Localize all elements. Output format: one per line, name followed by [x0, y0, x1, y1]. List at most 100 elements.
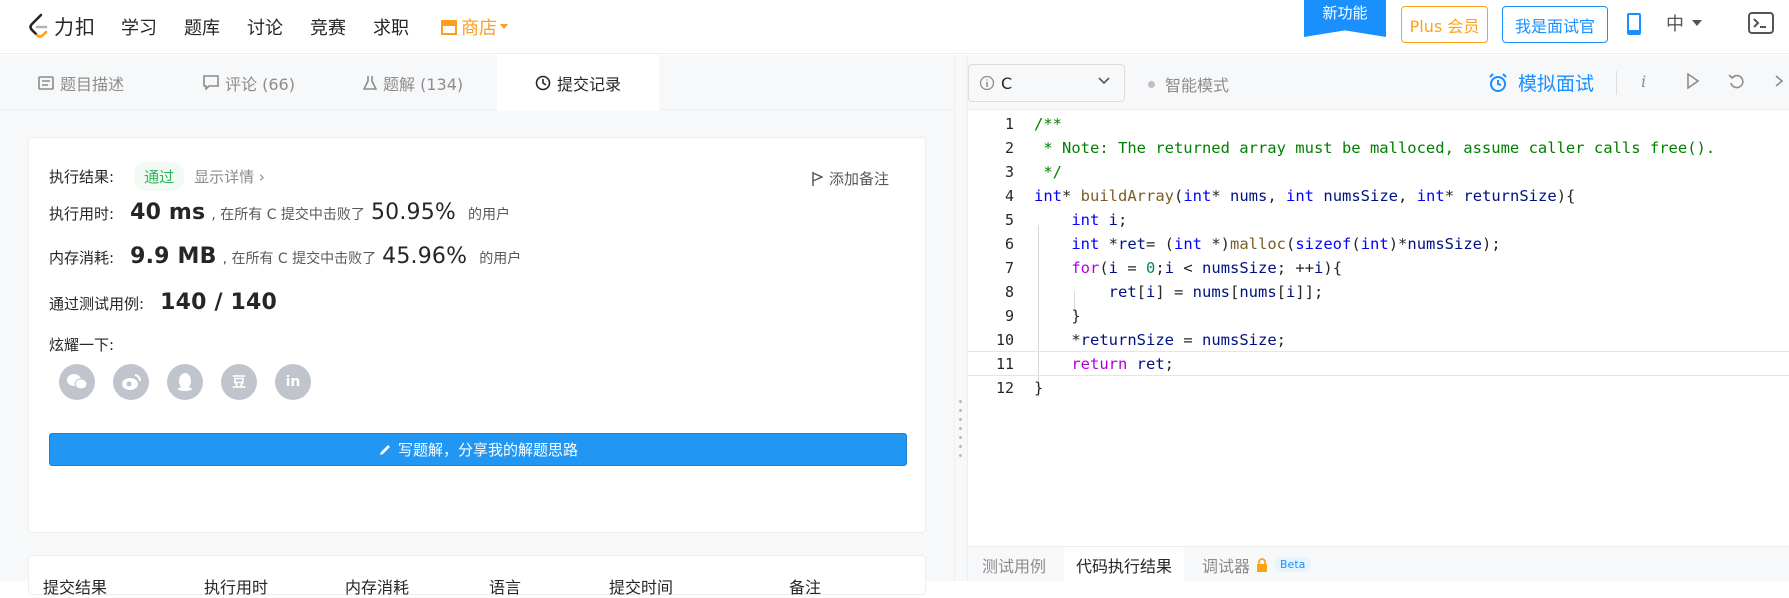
mock-interview-label: 模拟面试 [1518, 73, 1595, 95]
line-number: 4 [1004, 186, 1014, 205]
tab-description[interactable]: 题目描述 [38, 55, 124, 110]
mock-interview-button[interactable]: 模拟面试 [1488, 69, 1594, 96]
svg-text:i: i [1641, 73, 1646, 91]
nav-contest[interactable]: 竞赛 [310, 14, 346, 40]
editor-toolbar: C 智能模式 模拟面试 i [968, 55, 1789, 110]
reset-icon[interactable] [1728, 73, 1746, 89]
table-header-result: 提交结果 [43, 578, 108, 597]
nav-jobs[interactable]: 求职 [373, 14, 409, 40]
line-number: 6 [1004, 234, 1014, 253]
write-solution-button[interactable]: 写题解，分享我的解题思路 [49, 433, 907, 466]
tab-run-result[interactable]: 代码执行结果 [1064, 547, 1185, 582]
new-feature-banner[interactable]: 新功能 [1304, 0, 1386, 37]
result-row: 执行结果: 通过 显示详情 › [49, 162, 265, 191]
table-header-memory: 内存消耗 [345, 578, 410, 597]
show-details-link[interactable]: 显示详情 › [194, 166, 265, 187]
douban-glyph: 豆 [232, 375, 246, 391]
code-line: 6 int *ret= (int *)malloc(sizeof(int)*nu… [968, 231, 1789, 256]
drag-handle[interactable] [959, 400, 963, 463]
add-note-button[interactable]: 添加备注 [811, 168, 889, 189]
line-number: 5 [1004, 210, 1014, 229]
info-icon [979, 75, 995, 91]
nav-discuss[interactable]: 讨论 [247, 14, 283, 40]
logo-text: 力扣 [54, 15, 96, 39]
line-number: 12 [995, 378, 1014, 397]
alarm-clock-icon [1489, 72, 1507, 92]
weibo-icon[interactable] [113, 364, 149, 400]
code-text: } [1034, 306, 1081, 325]
language-select[interactable]: C [968, 64, 1125, 102]
problem-tabs: 题目描述 评论 (66) 题解 (134) 提交记录 [0, 55, 954, 111]
memory-users-text: 的用户 [479, 251, 522, 267]
memory-beat-text: , 在所有 C 提交中击败了 [222, 251, 377, 267]
qq-glyph-icon [178, 373, 192, 391]
smart-mode-toggle[interactable]: 智能模式 [1148, 72, 1229, 96]
weibo-glyph-icon [122, 374, 141, 390]
runtime-beat-text: , 在所有 C 提交中击败了 [211, 207, 365, 223]
code-text: int *ret= (int *)malloc(sizeof(int)*nums… [1071, 234, 1501, 253]
code-text: * Note: The returned array must be mallo… [1034, 138, 1716, 157]
submission-table: 提交结果 执行用时 内存消耗 语言 提交时间 备注 [28, 555, 926, 597]
qq-icon[interactable] [167, 364, 203, 400]
code-text: /** [1034, 114, 1062, 133]
phone-icon[interactable] [1626, 12, 1642, 36]
plus-member-button[interactable]: Plus 会员 [1401, 6, 1488, 43]
wechat-glyph-icon [67, 374, 88, 390]
description-icon [38, 75, 54, 90]
language-select-value: C [1001, 73, 1013, 93]
code-text: int i; [1071, 210, 1128, 229]
runtime-row: 执行用时: 40 ms , 在所有 C 提交中击败了 50.95% 的用户 [49, 200, 510, 225]
share-label: 炫耀一下: [49, 336, 115, 354]
runtime-users-text: 的用户 [468, 207, 511, 223]
line-number: 11 [995, 354, 1014, 373]
code-line: 2 * Note: The returned array must be mal… [968, 135, 1789, 160]
nav-problemset[interactable]: 题库 [184, 14, 220, 40]
code-text: ret[i] = nums[nums[i]]; [1108, 282, 1324, 301]
line-number: 8 [1004, 282, 1014, 301]
share-label-row: 炫耀一下: [49, 334, 114, 355]
info-italic-icon[interactable]: i [1640, 73, 1650, 91]
code-line: 1 /** [968, 111, 1789, 136]
expand-icon[interactable] [1774, 73, 1786, 89]
code-line: 5 int i; [968, 207, 1789, 232]
write-solution-label: 写题解，分享我的解题思路 [397, 441, 578, 459]
table-header-language: 语言 [489, 578, 522, 597]
tab-comments[interactable]: 评论 (66) [203, 55, 295, 110]
tab-solutions[interactable]: 题解 (134) [363, 55, 463, 110]
left-panel: 题目描述 评论 (66) 题解 (134) 提交记录 执行结果: 通过 显示详情… [0, 55, 954, 597]
runtime-percent: 50.95% [370, 200, 457, 225]
table-header-note: 备注 [789, 578, 822, 597]
douban-icon[interactable]: 豆 [221, 364, 257, 400]
logo[interactable]: 力扣 [28, 11, 96, 40]
language-switch[interactable]: 中 [1666, 10, 1702, 36]
code-text: int* buildArray(int* nums, int numsSize,… [1034, 186, 1576, 205]
smart-mode-dot [1148, 80, 1155, 88]
runtime-value: 40 ms [130, 200, 206, 225]
nav-shop[interactable]: 商店 [440, 14, 508, 40]
tab-debugger[interactable]: 调试器 Beta [1202, 547, 1312, 582]
flask-icon [363, 75, 377, 90]
nav-learn[interactable]: 学习 [121, 14, 157, 40]
wechat-icon[interactable] [59, 364, 95, 400]
line-number: 1 [1004, 114, 1014, 133]
top-nav: 力扣 学习 题库 讨论 竞赛 求职 商店 新功能 Plus 会员 我是面试官 中 [0, 0, 1789, 54]
play-icon[interactable] [1686, 73, 1700, 89]
interviewer-button[interactable]: 我是面试官 [1502, 6, 1608, 43]
pencil-icon [379, 444, 390, 455]
tab-run-result-label: 代码执行结果 [1076, 556, 1173, 576]
panel-divider[interactable] [954, 55, 968, 581]
memory-percent: 45.96% [382, 244, 468, 269]
add-note-label: 添加备注 [828, 170, 889, 188]
line-number: 10 [995, 330, 1014, 349]
code-editor[interactable]: 1 /** 2 * Note: The returned array must … [968, 111, 1789, 531]
tab-testcase[interactable]: 测试用例 [982, 547, 1046, 582]
table-header-runtime: 执行用时 [204, 578, 269, 597]
code-text: for(i = 0;i < numsSize; ++i){ [1071, 258, 1343, 277]
terminal-icon[interactable] [1748, 12, 1774, 34]
linkedin-icon[interactable]: in [275, 364, 311, 400]
tab-submissions[interactable]: 提交记录 [497, 55, 659, 111]
tests-value: 140 / 140 [160, 290, 278, 315]
tab-testcase-label: 测试用例 [982, 556, 1047, 576]
code-text: */ [1034, 162, 1062, 181]
tab-description-label: 题目描述 [60, 74, 125, 94]
